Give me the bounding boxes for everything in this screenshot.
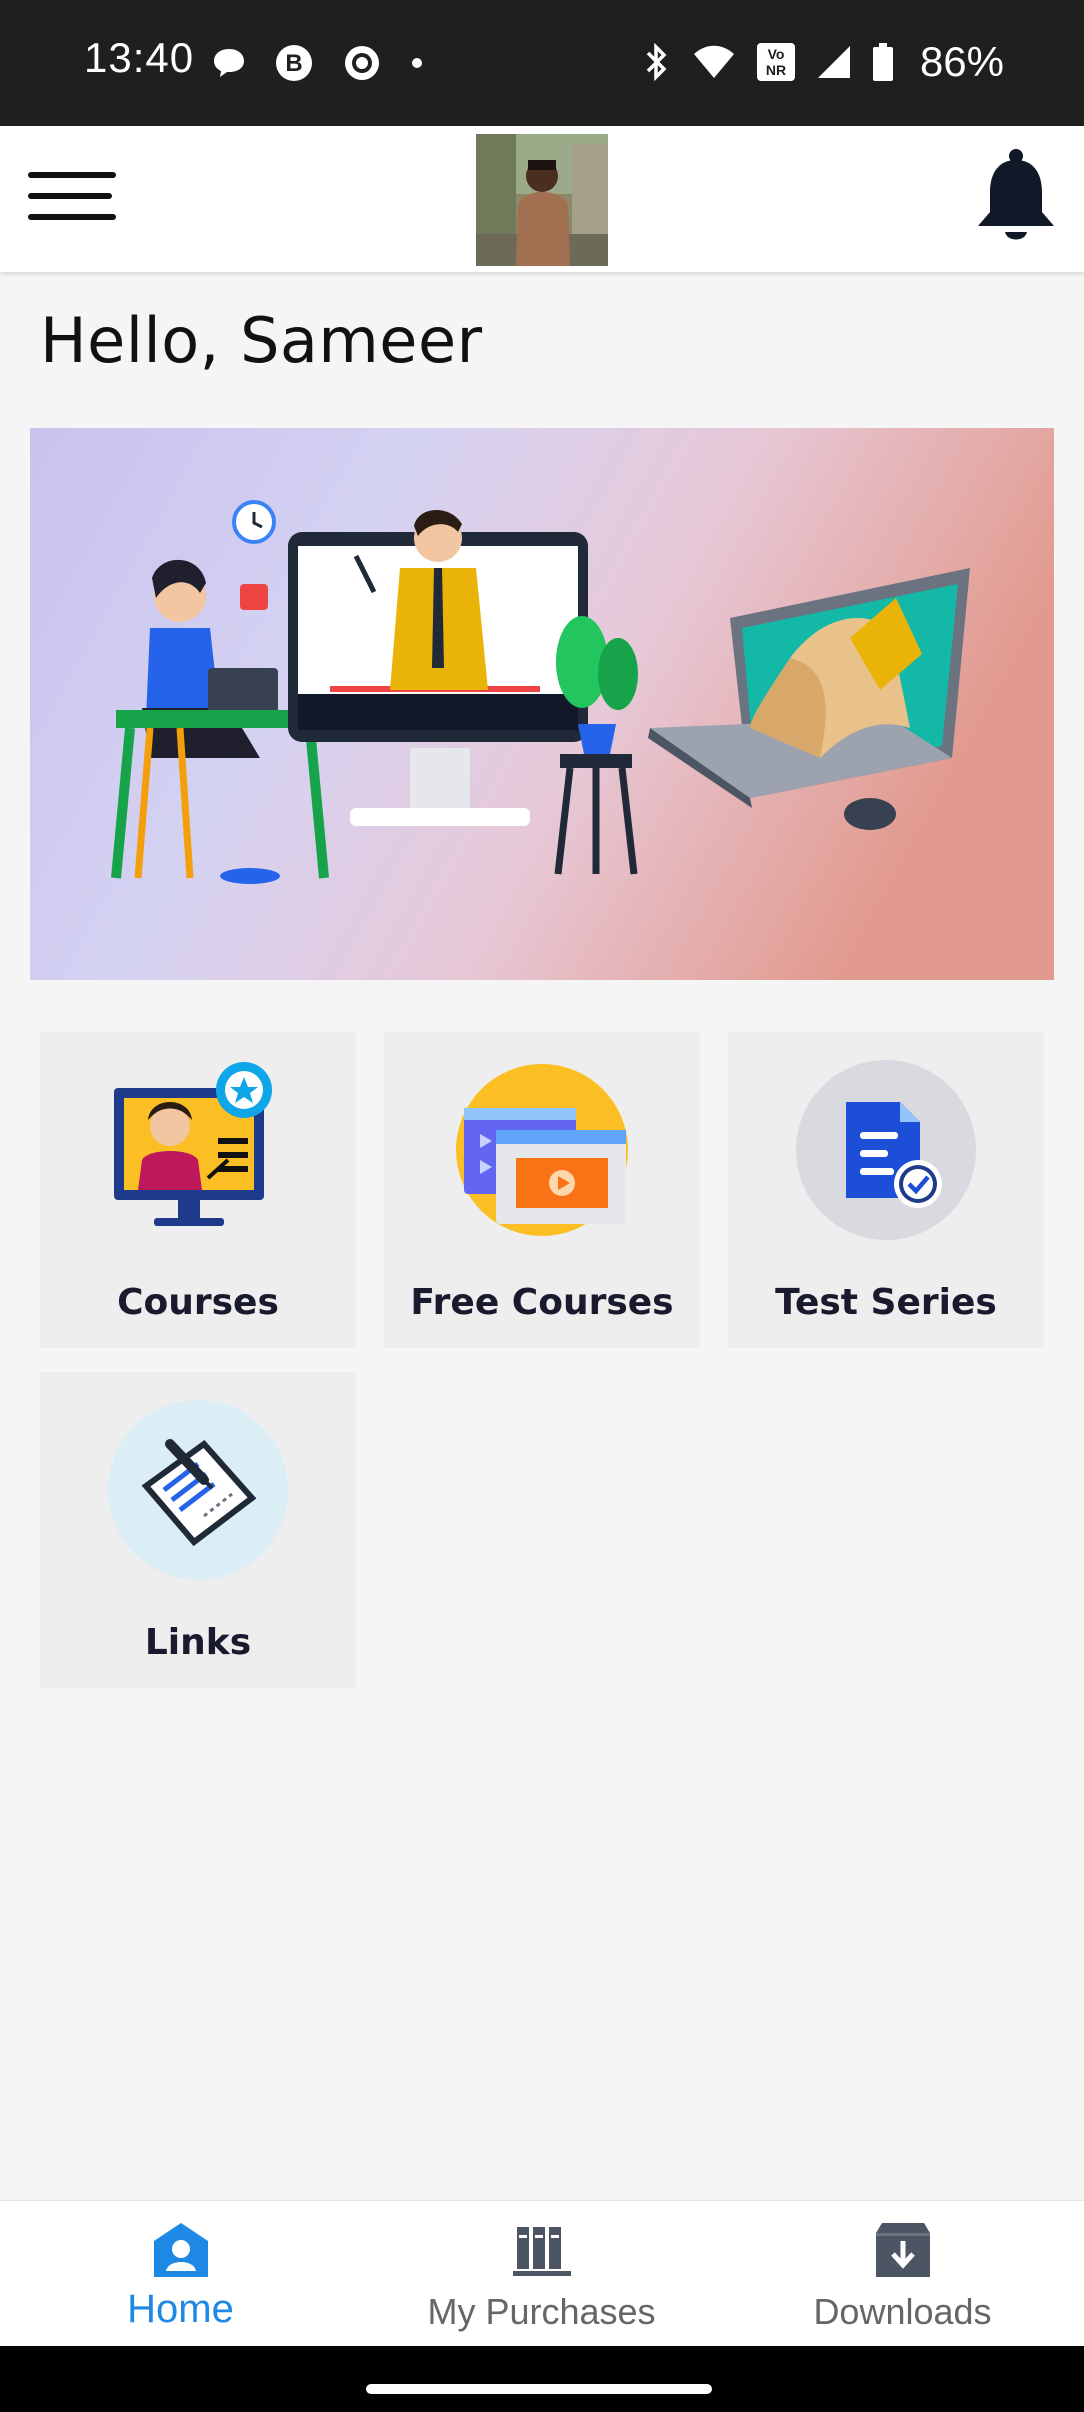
profile-avatar[interactable] [476,134,608,266]
home-icon [150,2219,212,2281]
ring-icon [345,46,379,80]
bottom-navigation: Home My Purchases Downloads [0,2200,1084,2347]
courses-icon [108,1060,288,1240]
nav-label: My Purchases [427,2291,656,2332]
gesture-home-handle[interactable] [366,2384,712,2394]
status-system-icons: Vo NR 86% [642,36,1004,88]
greeting-heading: Hello, Sameer [40,304,483,377]
status-time: 13:40 [84,34,195,81]
test-series-icon [796,1060,976,1240]
tile-free-courses[interactable]: Free Courses [384,1032,700,1348]
tile-label: Courses [117,1282,279,1323]
svg-text:Vo: Vo [768,46,785,62]
notification-bell-icon[interactable] [972,148,1060,248]
svg-text:B: B [285,50,302,77]
tile-label: Links [144,1622,252,1663]
tile-test-series[interactable]: Test Series [728,1032,1044,1348]
battery-icon [872,43,893,81]
status-bar: 13:40 B Vo NR 86% [0,0,1084,126]
vonr-icon: Vo NR [756,43,795,81]
tile-label: Free Courses [410,1282,674,1323]
app-bar [0,126,1084,272]
gesture-navigation-area [0,2346,1084,2412]
tile-courses[interactable]: Courses [40,1032,356,1348]
bluetooth-icon [646,42,667,82]
status-notification-icons: B [212,40,424,86]
svg-text:NR: NR [766,62,786,78]
signal-icon [817,46,850,78]
battery-percentage: 86% [919,38,1004,85]
chat-bubble-icon [214,49,244,77]
hero-banner[interactable] [30,428,1054,980]
hamburger-menu-icon[interactable] [28,172,120,228]
tile-links[interactable]: Links [40,1372,356,1688]
nav-my-purchases[interactable]: My Purchases [361,2201,722,2347]
nav-label: Downloads [813,2291,992,2332]
b-circle-icon: B [276,45,312,81]
books-icon [511,2219,573,2281]
tile-label: Test Series [775,1282,997,1323]
free-courses-icon [452,1060,632,1240]
download-box-icon [872,2219,934,2281]
nav-label: Home [127,2287,234,2331]
links-icon [108,1400,288,1580]
nav-home[interactable]: Home [0,2201,361,2347]
wifi-icon [693,45,734,78]
nav-downloads[interactable]: Downloads [722,2201,1083,2347]
dot-icon [412,58,422,68]
